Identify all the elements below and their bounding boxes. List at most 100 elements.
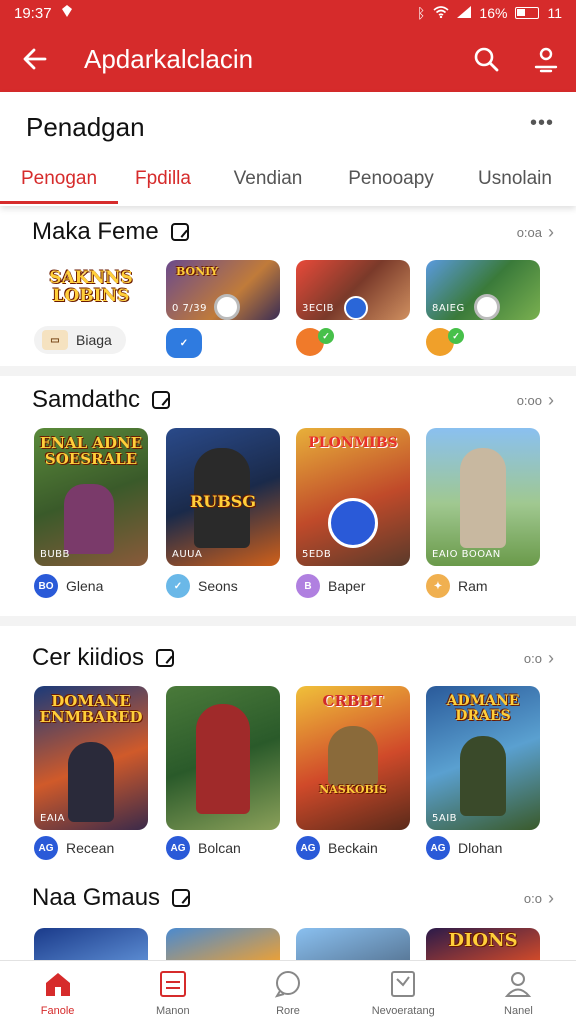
app-bar: Apdarkalclacin bbox=[0, 26, 576, 92]
nav-label: Nanel bbox=[504, 1004, 533, 1017]
character-figure bbox=[328, 726, 378, 786]
section-1: Maka Feme o:oa › SAKNNS LOBINS ▭ Biaga B… bbox=[0, 218, 576, 368]
more-options-button[interactable]: ••• bbox=[530, 112, 554, 135]
tab-bar: Penogan Fpdilla Vendian Penooapy Usnolai… bbox=[0, 154, 576, 204]
section-title: Samdathc bbox=[32, 386, 171, 414]
check-icon: ✓ bbox=[448, 328, 464, 344]
tag-pill[interactable]: ▭ Biaga bbox=[34, 326, 126, 354]
game-name: Glena bbox=[66, 578, 104, 594]
app-icon: B bbox=[296, 574, 320, 598]
nav-news[interactable]: Nevoeratang bbox=[346, 961, 461, 1024]
game-meta: B Baper bbox=[296, 574, 365, 598]
status-extra: 11 bbox=[547, 5, 562, 21]
section-4: Naa Gmaus o:o › DIONS bbox=[0, 884, 576, 960]
tab-1[interactable]: Penogan bbox=[0, 154, 118, 204]
game-name: Baper bbox=[328, 578, 366, 594]
game-thumbnail: PLONMIBS 5EDB bbox=[296, 428, 410, 566]
see-more-label: o:o bbox=[523, 891, 542, 906]
section-title: Naa Gmaus bbox=[32, 884, 191, 912]
status-time: 19:37 bbox=[14, 4, 52, 22]
game-thumbnail: DOMANE ENMBARED EAIA bbox=[34, 686, 148, 830]
game-name: Bolcan bbox=[198, 840, 241, 856]
game-meta: ✓ bbox=[426, 328, 464, 356]
tab-2[interactable]: Fpdilla bbox=[118, 154, 208, 204]
badge-icon bbox=[474, 294, 500, 320]
nav-label: Nevoeratang bbox=[371, 1004, 435, 1017]
game-name: Recean bbox=[66, 840, 115, 856]
thumbnail-label: 5EDB bbox=[302, 549, 332, 560]
character-figure bbox=[64, 484, 114, 554]
app-icon: ✓ bbox=[166, 574, 190, 598]
search-button[interactable] bbox=[456, 26, 516, 92]
game-meta: AG Beckain bbox=[296, 836, 378, 860]
nav-label: Rore bbox=[276, 1004, 300, 1017]
game-thumbnail bbox=[166, 928, 280, 960]
nav-profile[interactable]: Nanel bbox=[461, 961, 576, 1024]
app-title: Apdarkalclacin bbox=[84, 43, 254, 74]
battery-icon bbox=[515, 7, 540, 19]
section-3: Cer kiidios o:o › DOMANE ENMBARED EAIA A… bbox=[0, 644, 576, 864]
thumbnail-art-text: DIONS bbox=[448, 930, 518, 951]
edit-icon[interactable] bbox=[170, 223, 189, 241]
thumbnail-art-text: DOMANE ENMBARED bbox=[39, 692, 143, 726]
character-figure bbox=[68, 742, 114, 822]
tab-3[interactable]: Vendian bbox=[208, 154, 328, 204]
section-title-text: Maka Feme bbox=[32, 218, 159, 245]
bird-icon: ✓ bbox=[166, 328, 202, 358]
edit-icon[interactable] bbox=[172, 889, 191, 907]
tab-5[interactable]: Usnolain bbox=[454, 154, 576, 204]
app-icon: AG bbox=[426, 836, 450, 860]
thumbnail-label: 3ECIB bbox=[302, 303, 334, 314]
search-icon bbox=[474, 47, 499, 72]
game-thumbnail: BONIY 0 7/39 bbox=[166, 260, 280, 320]
nav-search[interactable]: Rore bbox=[230, 961, 345, 1024]
see-more-button[interactable]: o:o › bbox=[524, 888, 554, 909]
game-thumbnail: EAIO BOOAN bbox=[426, 428, 540, 566]
tab-4[interactable]: Penooapy bbox=[328, 154, 454, 204]
character-figure bbox=[460, 736, 506, 816]
game-meta: AG Dlohan bbox=[426, 836, 502, 860]
thumbnail-label: EAIA bbox=[40, 813, 65, 824]
location-icon bbox=[60, 4, 74, 22]
section-title-text: Naa Gmaus bbox=[32, 884, 161, 911]
see-more-label: o:o bbox=[523, 651, 542, 666]
back-button[interactable] bbox=[0, 26, 70, 92]
app-icon: ✦ bbox=[426, 574, 450, 598]
game-name: Ram bbox=[458, 578, 488, 594]
thumbnail-art-text: RUBSG bbox=[190, 492, 256, 511]
badge-icon bbox=[344, 296, 368, 320]
status-bar: 19:37 ᛒ 16% 11 bbox=[0, 0, 576, 26]
see-more-button[interactable]: o:oa › bbox=[517, 222, 554, 243]
chevron-right-icon: › bbox=[548, 648, 554, 668]
thumbnail-art-text: BONIY bbox=[176, 265, 219, 278]
game-name: Dlohan bbox=[458, 840, 503, 856]
shield-icon bbox=[328, 498, 378, 548]
thumbnail-label: 8AIEG bbox=[432, 303, 465, 314]
see-more-button[interactable]: o:o › bbox=[524, 648, 554, 669]
see-more-button[interactable]: o:oo › bbox=[517, 390, 554, 411]
game-thumbnail bbox=[34, 928, 148, 960]
nav-menu[interactable]: Manon bbox=[115, 961, 230, 1024]
game-thumbnail: ENAL ADNE SOESRALE BUBB bbox=[34, 428, 148, 566]
thumbnail-label: BUBB bbox=[40, 549, 70, 560]
see-more-label: o:oo bbox=[516, 393, 542, 408]
character-figure bbox=[196, 704, 250, 814]
game-name: Beckain bbox=[328, 840, 378, 856]
badge-icon bbox=[214, 294, 240, 320]
check-icon: ✓ bbox=[318, 328, 334, 344]
app-icon: AG bbox=[166, 836, 190, 860]
game-thumbnail: 8AIEG bbox=[426, 260, 540, 320]
game-meta: AG Recean bbox=[34, 836, 114, 860]
profile-settings-button[interactable] bbox=[516, 26, 576, 92]
thumbnail-art-text: CRBBT bbox=[322, 692, 384, 710]
edit-icon[interactable] bbox=[156, 649, 175, 667]
section-title-text: Cer kiidios bbox=[32, 644, 145, 671]
category-header: Penadgan ••• Penogan Fpdilla Vendian Pen… bbox=[0, 92, 576, 206]
game-thumbnail bbox=[166, 686, 280, 830]
nav-home[interactable]: Fanole bbox=[0, 961, 115, 1024]
section-divider bbox=[0, 366, 576, 376]
app-icon: AG bbox=[34, 836, 58, 860]
bluetooth-icon: ᛒ bbox=[417, 5, 426, 21]
chevron-right-icon: › bbox=[548, 222, 554, 242]
edit-icon[interactable] bbox=[152, 391, 171, 409]
